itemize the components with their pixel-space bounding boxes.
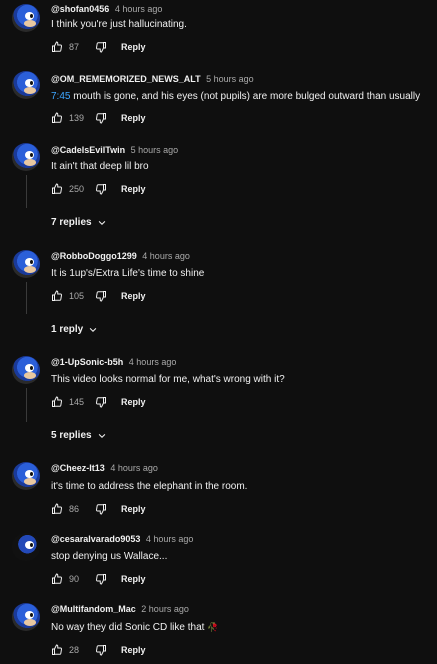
thumbs-down-icon[interactable] [95,183,107,195]
thumbs-down-icon[interactable] [95,573,107,585]
thumbs-down-icon[interactable] [95,644,107,656]
thumbs-up-icon[interactable] [51,396,63,408]
comment-actions: 250 Reply [51,183,146,195]
comment-time[interactable]: 2 hours ago [141,604,189,614]
comment-actions: 28 Reply [51,644,146,656]
view-replies-button[interactable]: 1 reply [51,324,98,335]
comment-header: @cesaralvarado9053 4 hours ago [51,534,193,544]
avatar[interactable] [12,533,40,561]
thumbs-down-icon[interactable] [95,112,107,124]
comment-time[interactable]: 5 hours ago [131,145,179,155]
like-count: 145 [69,397,85,407]
thumbs-up-icon[interactable] [51,644,63,656]
reply-button[interactable]: Reply [121,574,146,584]
thumbs-down-icon[interactable] [95,290,107,302]
comment-text-body: No way they did Sonic CD like that [51,622,208,633]
thumbs-down-icon[interactable] [95,41,107,53]
avatar[interactable] [12,250,40,278]
comment-actions: 87 Reply [51,41,146,53]
thumbs-up-icon[interactable] [51,183,63,195]
author-name[interactable]: @Cheez-It13 [51,463,105,473]
thumbs-up-icon[interactable] [51,290,63,302]
reply-button[interactable]: Reply [121,42,146,52]
comment-actions: 86 Reply [51,503,146,515]
chevron-down-icon [98,433,105,438]
comment-text: 7:45 mouth is gone, and his eyes (not pu… [51,91,420,102]
comment-text: It is 1up's/Extra Life's time to shine [51,268,205,279]
thread-line [26,388,27,422]
avatar[interactable] [12,143,40,171]
like-count: 90 [69,574,80,584]
comment-header: @1-UpSonic-b5h 4 hours ago [51,357,176,367]
author-name[interactable]: @shofan0456 [51,4,109,14]
thumbs-up-icon[interactable] [51,503,63,515]
comment-header: @OM_REMEMORIZED_NEWS_ALT 5 hours ago [51,74,254,84]
like-count: 87 [69,42,80,52]
reply-button[interactable]: Reply [121,504,146,514]
comment-header: @Cheez-It13 4 hours ago [51,463,158,473]
like-count: 28 [69,645,80,655]
reply-button[interactable]: Reply [121,397,146,407]
reply-button[interactable]: Reply [121,291,146,301]
replies-count-label: 7 replies [51,217,92,228]
like-count: 250 [69,184,85,194]
replies-count-label: 1 reply [51,324,84,335]
comment-text: No way they did Sonic CD like that 🥀 [51,622,218,633]
comment-header: @CadelsEvilTwin 5 hours ago [51,145,178,155]
comment-time[interactable]: 4 hours ago [110,463,158,473]
comment-text: stop denying us Wallace... [51,551,168,562]
wilted-rose-emoji: 🥀 [207,622,219,632]
comment-actions: 90 Reply [51,573,146,585]
author-name[interactable]: @cesaralvarado9053 [51,534,140,544]
comment-text: It ain't that deep lil bro [51,161,149,172]
comment-time[interactable]: 5 hours ago [206,74,254,84]
avatar[interactable] [12,462,40,490]
thumbs-down-icon[interactable] [95,503,107,515]
avatar[interactable] [12,71,40,99]
timestamp-link[interactable]: 7:45 [51,91,70,102]
thread-line [26,175,27,208]
like-count: 86 [69,504,80,514]
avatar[interactable] [12,603,40,631]
like-count: 139 [69,113,85,123]
thumbs-up-icon[interactable] [51,573,63,585]
thumbs-up-icon[interactable] [51,41,63,53]
comment-header: @shofan0456 4 hours ago [51,4,162,14]
reply-button[interactable]: Reply [121,113,146,123]
comment-actions: 145 Reply [51,396,146,408]
comment-text: it's time to address the elephant in the… [51,481,248,492]
author-name[interactable]: @CadelsEvilTwin [51,145,125,155]
author-name[interactable]: @RobboDoggo1299 [51,251,137,261]
author-name[interactable]: @OM_REMEMORIZED_NEWS_ALT [51,74,201,84]
reply-button[interactable]: Reply [121,184,146,194]
avatar[interactable] [12,356,40,384]
view-replies-button[interactable]: 7 replies [51,217,107,228]
thread-line [26,282,27,314]
comment-text: This video looks normal for me, what's w… [51,374,285,385]
author-name[interactable]: @Multifandom_Mac [51,604,136,614]
thumbs-up-icon[interactable] [51,112,63,124]
comment-text: I think you're just hallucinating. [51,19,187,30]
comment-time[interactable]: 4 hours ago [115,4,163,14]
replies-count-label: 5 replies [51,430,92,441]
avatar[interactable] [12,4,40,32]
comment-actions: 139 Reply [51,112,146,124]
comment-header: @RobboDoggo1299 4 hours ago [51,251,190,261]
comment-actions: 105 Reply [51,290,146,302]
view-replies-button[interactable]: 5 replies [51,430,107,441]
author-name[interactable]: @1-UpSonic-b5h [51,357,123,367]
comment-time[interactable]: 4 hours ago [146,534,194,544]
reply-button[interactable]: Reply [121,645,146,655]
like-count: 105 [69,291,85,301]
chevron-down-icon [98,220,105,225]
comment-text-body: mouth is gone, and his eyes (not pupils)… [70,91,421,102]
comment-time[interactable]: 4 hours ago [129,357,177,367]
chevron-down-icon [89,327,97,332]
comment-header: @Multifandom_Mac 2 hours ago [51,604,189,614]
thumbs-down-icon[interactable] [95,396,107,408]
comment-time[interactable]: 4 hours ago [142,251,190,261]
